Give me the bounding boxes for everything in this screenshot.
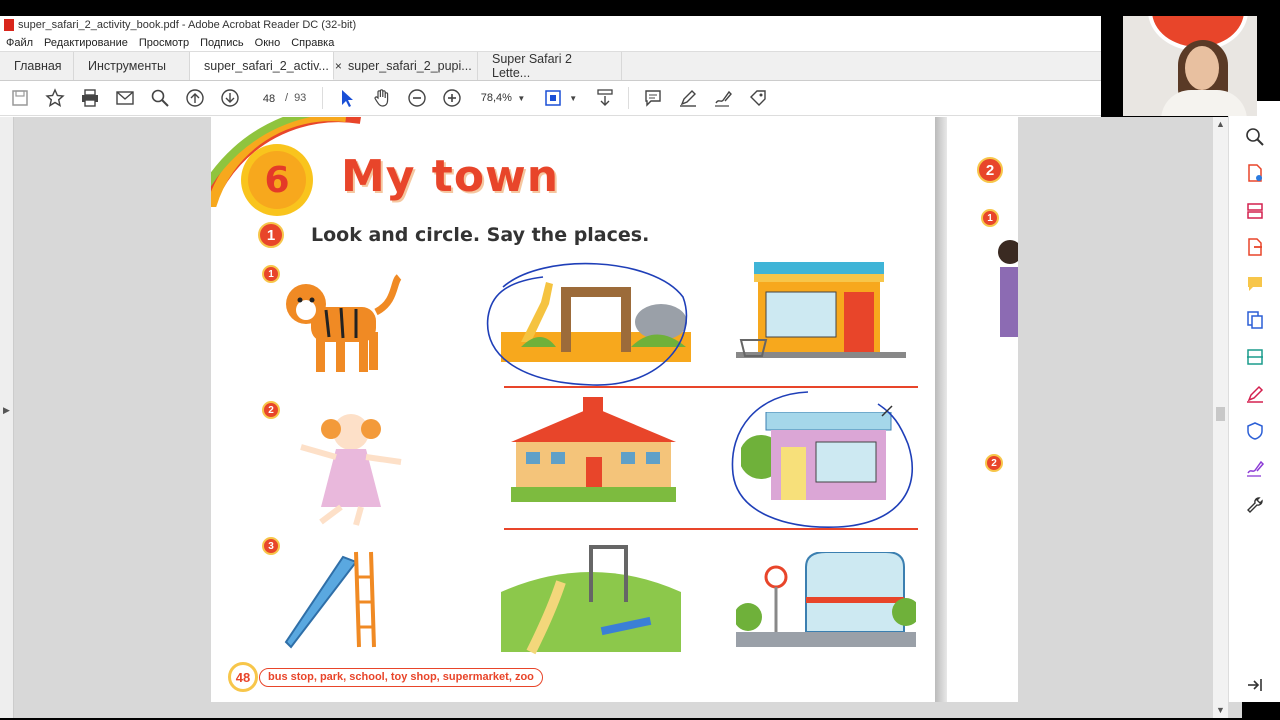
zoom-dropdown-icon[interactable]: ▼ (517, 94, 525, 103)
protect-icon[interactable] (1245, 421, 1265, 441)
hand-icon[interactable] (370, 86, 394, 110)
page-gutter (935, 117, 947, 702)
menu-view[interactable]: Просмотр (139, 37, 189, 49)
page-down-icon[interactable] (218, 86, 242, 110)
menu-edit[interactable]: Редактирование (44, 37, 128, 49)
select-cursor-icon[interactable] (335, 86, 359, 110)
row-badge-1: 1 (981, 209, 999, 227)
scan-icon[interactable] (1245, 347, 1265, 367)
tab-document-pupils-book[interactable]: super_safari_2_pupi... (334, 52, 478, 80)
menu-window[interactable]: Окно (255, 37, 281, 49)
comment-icon[interactable] (641, 86, 665, 110)
star-icon[interactable] (43, 86, 67, 110)
collapse-panel-icon[interactable] (1245, 675, 1265, 695)
scroll-thumb[interactable] (1216, 407, 1225, 421)
row-badge-2: 2 (985, 454, 1003, 472)
unit-title: My town (341, 151, 560, 202)
unit-number-badge: 6 (241, 144, 313, 216)
fit-page-icon[interactable] (541, 86, 565, 110)
webcam-overlay (1123, 16, 1257, 116)
page-number-badge: 48 (228, 662, 258, 692)
screen: super_safari_2_activity_book.pdf - Adobe… (0, 0, 1280, 720)
acrobat-window: super_safari_2_activity_book.pdf - Adobe… (0, 16, 1242, 718)
page-separator: / (285, 92, 289, 104)
park-picture (501, 545, 681, 655)
presenter-face (1185, 46, 1219, 90)
pdf-page-49-partial: 2 1 2 (947, 117, 1018, 702)
create-pdf-icon[interactable] (1245, 163, 1265, 183)
window-title: super_safari_2_activity_book.pdf - Adobe… (18, 19, 357, 31)
fill-sign-icon[interactable] (1245, 384, 1265, 404)
unit-number: 6 (248, 151, 306, 209)
print-icon[interactable] (78, 86, 102, 110)
scroll-up-icon[interactable]: ▲ (1216, 119, 1225, 129)
word-box: bus stop, park, school, toy shop, superm… (259, 668, 543, 687)
bus-stop-picture (736, 552, 916, 647)
document-viewport[interactable]: ▶ 6 My town 1 Look and circle. Say the p… (0, 117, 1242, 718)
tab-label: super_safari_2_pupi... (348, 59, 472, 73)
menu-sign[interactable]: Подпись (200, 37, 244, 49)
search-icon[interactable] (148, 86, 172, 110)
child-illustration (998, 240, 1018, 337)
scroll-mode-icon[interactable] (593, 86, 617, 110)
doll-picture (300, 414, 402, 526)
menu-help[interactable]: Справка (291, 37, 334, 49)
export-pdf-icon[interactable] (1245, 237, 1265, 257)
row-badge-1: 1 (262, 265, 280, 283)
right-tools-panel (1228, 101, 1280, 702)
supermarket-picture (736, 262, 906, 358)
combine-files-icon[interactable] (1245, 310, 1265, 330)
zoom-out-icon[interactable] (405, 86, 429, 110)
request-signature-icon[interactable] (1245, 458, 1265, 478)
toolbar-divider (322, 87, 324, 109)
mail-icon[interactable] (113, 86, 137, 110)
tab-home[interactable]: Главная (0, 52, 74, 80)
menu-bar: Файл Редактирование Просмотр Подпись Окн… (0, 34, 1101, 51)
presenter-body (1161, 90, 1247, 116)
more-tools-icon[interactable] (746, 86, 770, 110)
page-up-icon[interactable] (183, 86, 207, 110)
zoom-level[interactable]: 78,4% (475, 92, 517, 104)
slide-picture (284, 551, 376, 649)
exercise-badge: 1 (258, 222, 284, 248)
tab-tools[interactable]: Инструменты (74, 52, 190, 80)
pdf-app-icon (4, 19, 14, 31)
page-number-input[interactable]: 48 (253, 88, 285, 108)
page-total: 93 (294, 92, 307, 104)
pdf-page-48: 6 My town 1 Look and circle. Say the pla… (211, 117, 944, 702)
tab-label: super_safari_2_activ... (204, 58, 329, 73)
zoom-search-icon[interactable] (1245, 127, 1265, 147)
more-tools-wrench-icon[interactable] (1245, 495, 1265, 515)
vertical-scrollbar[interactable]: ▲ ▼ (1213, 117, 1228, 718)
organize-pages-icon[interactable] (1245, 201, 1265, 221)
school-picture (511, 397, 676, 502)
tab-document-letters[interactable]: Super Safari 2 Lette... (478, 52, 622, 80)
exercise-instruction: Look and circle. Say the places. (311, 224, 650, 246)
row-badge-3: 3 (262, 537, 280, 555)
sign-icon[interactable] (711, 86, 735, 110)
expand-left-pane-icon[interactable]: ▶ (3, 405, 10, 416)
exercise-badge: 2 (977, 157, 1003, 183)
save-icon[interactable] (8, 86, 32, 110)
tab-bar: Главная Инструменты super_safari_2_activ… (0, 51, 1101, 81)
toolbar: 48 / 93 78,4% ▼ ▼ (0, 81, 1101, 116)
annotation-circle-zoo (486, 262, 688, 386)
toolbar-divider (628, 87, 630, 109)
scroll-down-icon[interactable]: ▼ (1216, 705, 1225, 715)
left-nav-pane[interactable]: ▶ (0, 117, 14, 718)
highlight-pen-icon[interactable] (676, 86, 700, 110)
tab-label: Super Safari 2 Lette... (492, 52, 572, 80)
row-badge-2: 2 (262, 401, 280, 419)
menu-file[interactable]: Файл (6, 37, 33, 49)
comment-panel-icon[interactable] (1245, 274, 1265, 294)
tiger-picture (286, 274, 402, 372)
tab-document-activity-book[interactable]: super_safari_2_activ... × (190, 52, 342, 80)
fit-dropdown-icon[interactable]: ▼ (569, 94, 577, 103)
zoom-in-icon[interactable] (440, 86, 464, 110)
title-bar: super_safari_2_activity_book.pdf - Adobe… (0, 16, 1101, 34)
pen-cursor-icon (881, 405, 893, 417)
